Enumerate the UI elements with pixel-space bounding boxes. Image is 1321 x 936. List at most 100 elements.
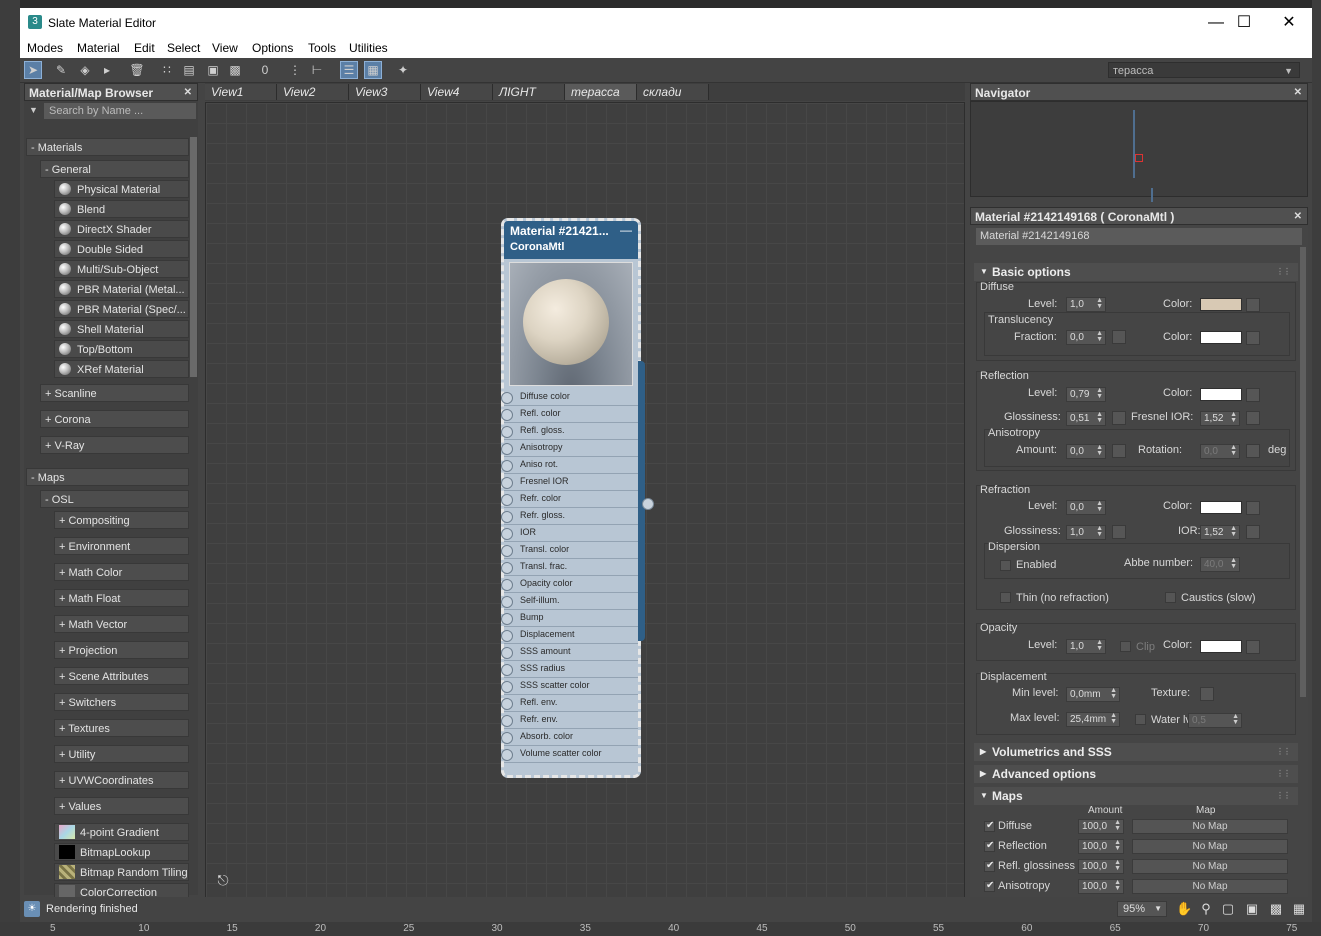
- opacity-color-map-button[interactable]: [1246, 640, 1260, 654]
- node-slot-refr-color[interactable]: Refr. color: [501, 491, 638, 508]
- node-slot-displacement[interactable]: Displacement: [501, 627, 638, 644]
- reflection-level-spinner[interactable]: 0,79 ▲ ▼: [1066, 387, 1106, 402]
- anisotropy-rotation-spinner[interactable]: 0,0 ▲ ▼: [1200, 444, 1240, 459]
- hide-unused-slots-icon[interactable]: ▤: [180, 61, 198, 79]
- slot-socket-icon[interactable]: [501, 681, 513, 693]
- node-slot-sss-amount[interactable]: SSS amount: [501, 644, 638, 661]
- zoom-extents-all-icon[interactable]: ▦: [1291, 901, 1307, 917]
- osl-group-math-vector[interactable]: + Math Vector: [54, 615, 189, 633]
- refraction-color-swatch[interactable]: [1200, 501, 1242, 514]
- node-slot-aniso-rot[interactable]: Aniso rot.: [501, 457, 638, 474]
- dispersion-enabled-checkbox[interactable]: [1000, 560, 1011, 571]
- refraction-level-spinner[interactable]: 0,0 ▲ ▼: [1066, 500, 1106, 515]
- slot-socket-icon[interactable]: [501, 460, 513, 472]
- slot-socket-icon[interactable]: [501, 528, 513, 540]
- map-item-4-point-gradient[interactable]: 4-point Gradient: [54, 823, 189, 841]
- osl-group-values[interactable]: + Values: [54, 797, 189, 815]
- group-corona[interactable]: + Corona: [40, 410, 189, 428]
- show-map-in-viewport-icon[interactable]: ▣: [204, 61, 222, 79]
- material-item-double-sided[interactable]: Double Sided: [54, 240, 189, 258]
- material-item-directx-shader[interactable]: DirectX Shader: [54, 220, 189, 238]
- opacity-level-spinner[interactable]: 1,0 ▲ ▼: [1066, 639, 1106, 654]
- refraction-glossiness-map-button[interactable]: [1112, 525, 1126, 539]
- node-slot-volume-scatter-color[interactable]: Volume scatter color: [501, 746, 638, 763]
- delete-icon[interactable]: 🗑: [128, 61, 146, 79]
- displacement-max-spinner[interactable]: 25,4mm ▲ ▼: [1066, 712, 1120, 727]
- tab-view4[interactable]: View4: [421, 84, 493, 100]
- node-output-socket[interactable]: [642, 498, 654, 510]
- map-row-amount-reflection[interactable]: 100,0 ▲ ▼: [1078, 839, 1124, 854]
- node-slot-sss-scatter-color[interactable]: SSS scatter color: [501, 678, 638, 695]
- slot-socket-icon[interactable]: [501, 613, 513, 625]
- menu-options[interactable]: Options: [252, 41, 293, 55]
- translucency-color-swatch[interactable]: [1200, 331, 1242, 344]
- slot-socket-icon[interactable]: [501, 409, 513, 421]
- fresnel-ior-map-button[interactable]: [1246, 411, 1260, 425]
- material-preview[interactable]: [509, 262, 633, 386]
- map-row-amount-anisotropy[interactable]: 100,0 ▲ ▼: [1078, 879, 1124, 894]
- water-level-checkbox[interactable]: [1135, 714, 1146, 725]
- zoom-magnifier-icon[interactable]: ⚲: [1198, 901, 1214, 917]
- binoculars-icon[interactable]: ⎋: [214, 871, 232, 889]
- material-item-pbr-material-spec[interactable]: PBR Material (Spec/...: [54, 300, 189, 318]
- osl-group-switchers[interactable]: + Switchers: [54, 693, 189, 711]
- translucency-color-map-button[interactable]: [1246, 331, 1260, 345]
- zoom-dropdown[interactable]: 95% ▼: [1117, 901, 1167, 917]
- caustics-checkbox[interactable]: [1165, 592, 1176, 603]
- select-by-material-icon[interactable]: ✦: [394, 61, 412, 79]
- osl-group-utility[interactable]: + Utility: [54, 745, 189, 763]
- slot-socket-icon[interactable]: [501, 664, 513, 676]
- menu-tools[interactable]: Tools: [308, 41, 336, 55]
- tab-view-6[interactable]: склади: [637, 84, 709, 100]
- move-children-icon[interactable]: ∷: [158, 61, 176, 79]
- group-scanline[interactable]: + Scanline: [40, 384, 189, 402]
- map-row-map-button-diffuse[interactable]: No Map: [1132, 819, 1288, 834]
- background-toggle-icon[interactable]: ▩: [226, 61, 244, 79]
- group-maps[interactable]: - Maps: [26, 468, 189, 486]
- minimize-button[interactable]: —: [1202, 12, 1230, 34]
- close-icon[interactable]: ✕: [1294, 84, 1302, 102]
- material-node[interactable]: Material #21421... CoronaMtl — Diffuse c…: [501, 218, 654, 778]
- group-v-ray[interactable]: + V-Ray: [40, 436, 189, 454]
- menu-material[interactable]: Material: [77, 41, 120, 55]
- slot-socket-icon[interactable]: [501, 494, 513, 506]
- node-slot-refl-env[interactable]: Refl. env.: [501, 695, 638, 712]
- opacity-clip-checkbox[interactable]: [1120, 641, 1131, 652]
- osl-group-compositing[interactable]: + Compositing: [54, 511, 189, 529]
- material-item-physical-material[interactable]: Physical Material: [54, 180, 189, 198]
- options-triangle-icon[interactable]: ▼: [29, 105, 38, 115]
- material-item-top-bottom[interactable]: Top/Bottom: [54, 340, 189, 358]
- section-basic-options[interactable]: ▼ Basic options ⋮⋮: [974, 263, 1298, 281]
- abbe-number-spinner[interactable]: 40,0 ▲ ▼: [1200, 557, 1240, 572]
- slot-socket-icon[interactable]: [501, 732, 513, 744]
- displacement-texture-map-button[interactable]: [1200, 687, 1214, 701]
- refraction-ior-map-button[interactable]: [1246, 525, 1260, 539]
- material-id-icon[interactable]: 0: [256, 61, 274, 79]
- tab-ight[interactable]: ЛIGHT: [493, 84, 565, 100]
- water-level-spinner[interactable]: 0,5 ▲ ▼: [1188, 713, 1242, 728]
- refraction-ior-spinner[interactable]: 1,52 ▲ ▼: [1200, 525, 1240, 540]
- osl-group-textures[interactable]: + Textures: [54, 719, 189, 737]
- material-item-blend[interactable]: Blend: [54, 200, 189, 218]
- group-osl[interactable]: - OSL: [40, 490, 189, 508]
- section-maps[interactable]: ▼ Maps ⋮⋮: [974, 787, 1298, 805]
- slot-socket-icon[interactable]: [501, 443, 513, 455]
- map-row-amount-diffuse[interactable]: 100,0 ▲ ▼: [1078, 819, 1124, 834]
- thin-checkbox[interactable]: [1000, 592, 1011, 603]
- put-material-icon[interactable]: ◈: [76, 61, 94, 79]
- node-slot-opacity-color[interactable]: Opacity color: [501, 576, 638, 593]
- node-slot-refr-gloss[interactable]: Refr. gloss.: [501, 508, 638, 525]
- slot-socket-icon[interactable]: [501, 545, 513, 557]
- menu-select[interactable]: Select: [167, 41, 200, 55]
- map-row-amount-refl-glossiness[interactable]: 100,0 ▲ ▼: [1078, 859, 1124, 874]
- tab-view2[interactable]: View2: [277, 84, 349, 100]
- select-tool-icon[interactable]: ➤: [24, 61, 42, 79]
- node-slot-refl-gloss[interactable]: Refl. gloss.: [501, 423, 638, 440]
- map-row-checkbox-diffuse[interactable]: [984, 820, 995, 832]
- browser-scrollbar[interactable]: [190, 137, 197, 377]
- translucency-fraction-spinner[interactable]: 0,0 ▲ ▼: [1066, 330, 1106, 345]
- node-slot-refr-env[interactable]: Refr. env.: [501, 712, 638, 729]
- node-minimize-icon[interactable]: —: [620, 223, 632, 237]
- map-row-checkbox-refl-glossiness[interactable]: [984, 860, 995, 872]
- osl-group-math-float[interactable]: + Math Float: [54, 589, 189, 607]
